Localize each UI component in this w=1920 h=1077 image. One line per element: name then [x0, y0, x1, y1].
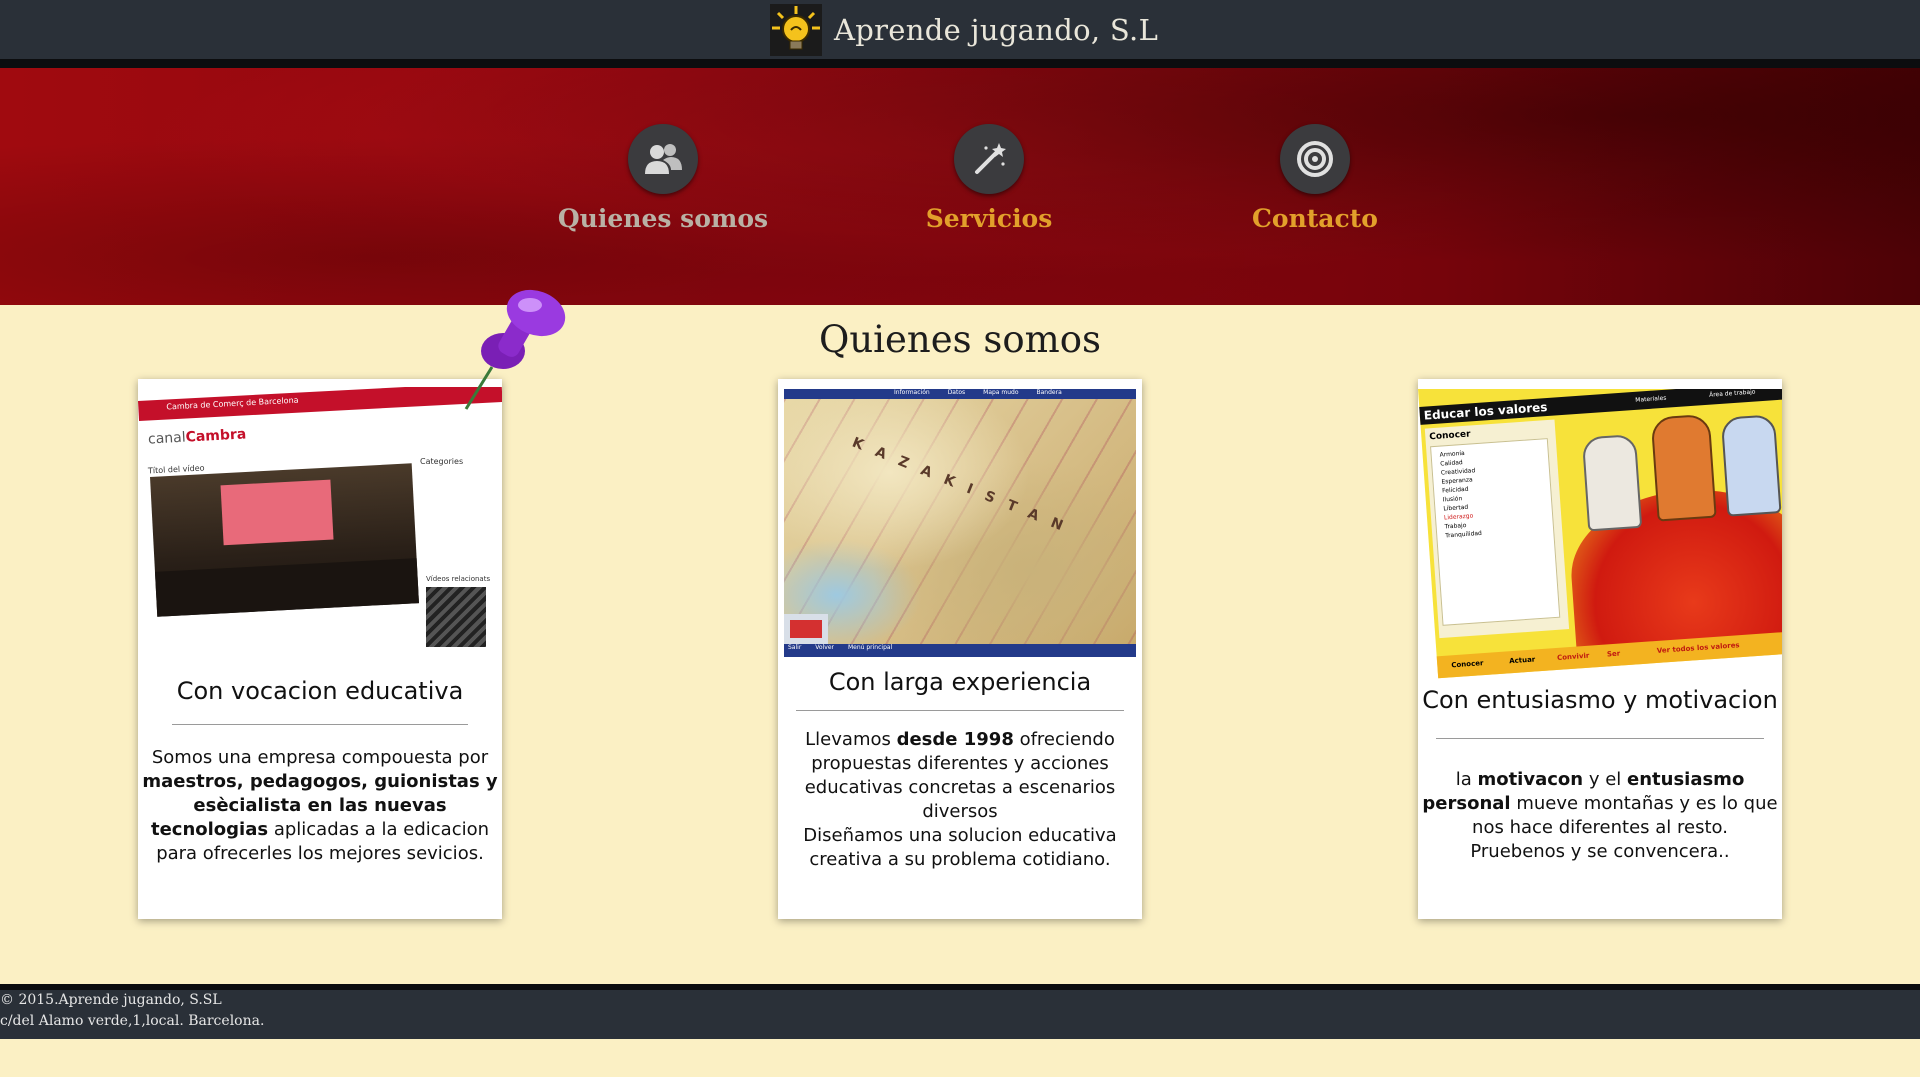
nav-contacto[interactable]: Contacto — [1195, 124, 1435, 233]
card-vocacion: Cambra de Comerç de Barcelona canalCambr… — [138, 289, 566, 919]
educar-valores-screenshot: Educar los valores Materiales Área de tr… — [1418, 389, 1782, 679]
card-title: Con larga experiencia — [828, 668, 1092, 696]
nav-quienes-somos[interactable]: Quienes somos — [543, 124, 783, 233]
card-text: la motivacon y el entusiasmo personal mu… — [1422, 769, 1778, 862]
footer-copyright: © 2015.Aprende jugando, S.SL — [0, 992, 222, 1008]
divider — [796, 710, 1124, 711]
nav-label: Servicios — [925, 204, 1053, 233]
nav-label: Quienes somos — [557, 204, 769, 233]
card-title: Con entusiasmo y motivacion — [1422, 686, 1778, 714]
users-icon — [628, 124, 698, 194]
brand[interactable]: Aprende jugando, S.L — [770, 4, 1158, 56]
pushpin-icon — [464, 289, 566, 410]
magic-wand-icon — [954, 124, 1024, 194]
canal-cambra-screenshot: Cambra de Comerç de Barcelona canalCambr… — [138, 387, 502, 649]
section-title: Quienes somos — [819, 318, 1101, 361]
divider — [1436, 738, 1764, 739]
card-title: Con vocacion educativa — [176, 677, 464, 705]
footer-address: c/del Alamo verde,1,local. Barcelona. — [0, 1013, 265, 1029]
card-experiencia: Información Datos Mapa mudo Bandera KAZA… — [778, 379, 1142, 919]
card-entusiasmo: Educar los valores Materiales Área de tr… — [1418, 379, 1782, 919]
nav-label: Contacto — [1252, 204, 1378, 233]
nav-servicios[interactable]: Servicios — [869, 124, 1109, 233]
divider — [172, 724, 468, 725]
brand-name: Aprende jugando, S.L — [834, 13, 1159, 47]
top-bar: Aprende jugando, S.L — [0, 0, 1920, 68]
lightbulb-logo-icon — [770, 4, 822, 56]
card-text: Llevamos desde 1998 ofreciendo propuesta… — [803, 729, 1117, 870]
footer: © 2015.Aprende jugando, S.SL c/del Alamo… — [0, 984, 1920, 1039]
target-icon — [1280, 124, 1350, 194]
hero-nav-banner: Quienes somos Servicios Contacto — [0, 68, 1920, 305]
card-text: Somos una empresa compouesta por maestro… — [142, 747, 498, 864]
kazakhstan-map-screenshot: Información Datos Mapa mudo Bandera KAZA… — [784, 389, 1136, 657]
